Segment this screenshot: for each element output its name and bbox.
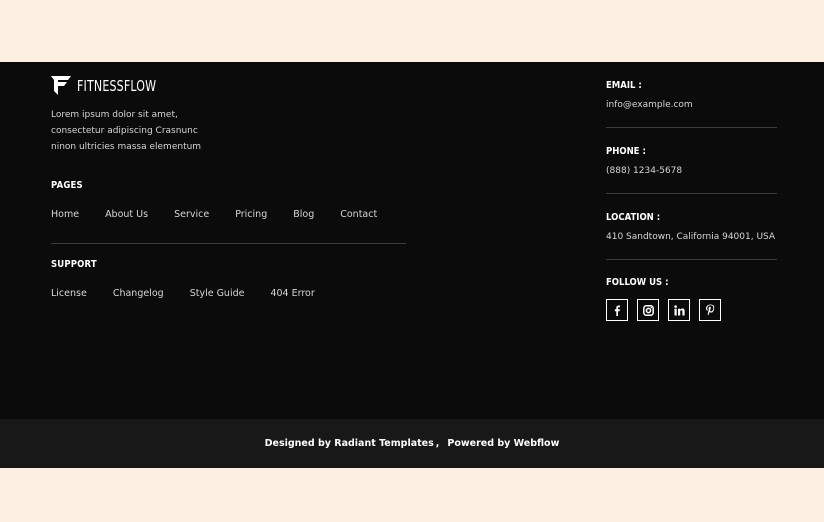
logo-icon: [51, 76, 71, 95]
phone-value[interactable]: (888) 1234-5678: [606, 166, 682, 176]
powered-by-link[interactable]: Powered by Webflow: [447, 438, 559, 449]
contact-divider: [606, 127, 777, 128]
pages-heading: PAGES: [51, 180, 83, 191]
designed-by-link[interactable]: Designed by Radiant Templates: [265, 438, 434, 449]
contact-divider: [606, 259, 777, 260]
instagram-link[interactable]: [637, 299, 659, 321]
footer-link-about-us[interactable]: About Us: [105, 209, 148, 220]
page-bottom-section: [0, 468, 824, 522]
phone-label: PHONE :: [606, 146, 646, 157]
location-value: 410 Sandtown, California 94001, USA: [606, 232, 776, 242]
pinterest-link[interactable]: [699, 299, 721, 321]
instagram-icon: [642, 304, 654, 316]
linkedin-link[interactable]: [668, 299, 690, 321]
support-heading: SUPPORT: [51, 259, 97, 270]
facebook-link[interactable]: [606, 299, 628, 321]
footer-link-pricing[interactable]: Pricing: [235, 209, 267, 220]
footer-link-license[interactable]: License: [51, 288, 87, 299]
contact-divider: [606, 193, 777, 194]
footer-link-contact[interactable]: Contact: [340, 209, 377, 220]
location-label: LOCATION :: [606, 212, 661, 223]
footer-link-home[interactable]: Home: [51, 209, 79, 220]
page-top-section: [0, 0, 824, 62]
email-label: EMAIL :: [606, 80, 642, 91]
footer-logo[interactable]: FITNESSFLOW: [51, 76, 174, 95]
pinterest-icon: [705, 304, 714, 316]
copyright-bar: Designed by Radiant Templates , Powered …: [0, 419, 824, 468]
pages-links: Home About Us Service Pricing Blog Conta…: [51, 209, 377, 220]
footer-description: Lorem ipsum dolor sit amet, consectetur …: [51, 110, 202, 152]
footer-link-blog[interactable]: Blog: [293, 209, 314, 220]
facebook-icon: [614, 305, 620, 316]
footer-divider: [51, 243, 406, 244]
footer-link-404-error[interactable]: 404 Error: [270, 288, 314, 299]
footer-link-changelog[interactable]: Changelog: [113, 288, 164, 299]
linkedin-icon: [673, 304, 685, 315]
follow-us-label: FOLLOW US :: [606, 277, 669, 288]
support-links: License Changelog Style Guide 404 Error: [51, 288, 315, 299]
footer-link-style-guide[interactable]: Style Guide: [190, 288, 245, 299]
email-value[interactable]: info@example.com: [606, 100, 693, 110]
social-links: [606, 299, 730, 321]
brand-name: FITNESSFLOW: [77, 76, 157, 95]
copyright-separator: ,: [435, 438, 440, 449]
footer-link-service[interactable]: Service: [174, 209, 209, 220]
